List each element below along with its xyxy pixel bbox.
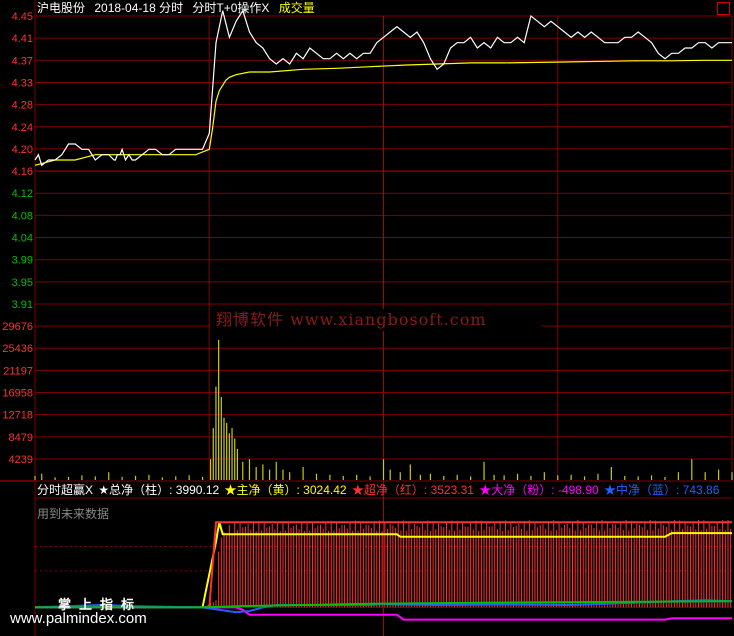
indicator-header: 分时超赢X ★总净（柱）: 3990.12 ★主净（黄）: 3024.42 ★超… [37, 482, 721, 498]
price-tick-label: 4.33 [12, 77, 33, 89]
price-tick-label: 3.99 [12, 255, 33, 267]
legend-main-net: ★主净（黄）: 3024.42 [224, 483, 347, 497]
price-tick-label: 4.28 [12, 100, 33, 112]
date-label: 2018-04-18 分时 [94, 1, 184, 15]
legend-super-net: ★超净（红）: 3523.31 [351, 483, 474, 497]
stock-name: 沪电股份 [37, 1, 86, 15]
volume-tick-label: 16958 [2, 388, 33, 400]
indicator-header-name: 分时超赢X [37, 483, 94, 497]
volume-tick-label: 29676 [2, 321, 33, 333]
price-tick-label: 4.24 [12, 122, 33, 134]
volume-tick-label: 21197 [3, 365, 33, 377]
price-tick-label: 4.04 [12, 233, 33, 245]
price-tick-label: 4.12 [12, 188, 33, 200]
price-tick-label: 4.20 [12, 144, 33, 156]
legend-mid-net: ★中净（蓝）: 743.86 [604, 483, 720, 497]
price-tick-label: 4.41 [12, 33, 33, 45]
volume-tick-label: 4239 [9, 454, 33, 466]
volume-tick-label: 8479 [9, 432, 33, 444]
indicator-name: 分时T+0操作X [192, 1, 270, 15]
price-tick-label: 4.16 [12, 166, 33, 178]
price-tick-label: 3.91 [12, 299, 33, 311]
volume-label: 成交量 [278, 1, 315, 15]
price-tick-label: 4.45 [12, 11, 33, 23]
watermark: 翔博软件 www.xiangbosoft.com [210, 309, 541, 331]
legend-large-net: ★大净（粉）: -498.90 [479, 483, 599, 497]
price-tick-label: 4.08 [12, 210, 33, 222]
price-tick-label: 3.95 [12, 277, 33, 289]
price-tick-label: 4.37 [12, 55, 33, 67]
legend-total-net: ★总净（柱）: 3990.12 [98, 483, 220, 497]
volume-tick-label: 25436 [2, 343, 33, 355]
window-corner-box[interactable] [717, 2, 730, 15]
site-text: www.palmindex.com [10, 610, 147, 627]
volume-tick-label: 12718 [2, 410, 33, 422]
future-data-note: 用到未来数据 [37, 507, 110, 521]
main-chart-header: 沪电股份 2018-04-18 分时 分时T+0操作X 成交量 [37, 0, 321, 16]
